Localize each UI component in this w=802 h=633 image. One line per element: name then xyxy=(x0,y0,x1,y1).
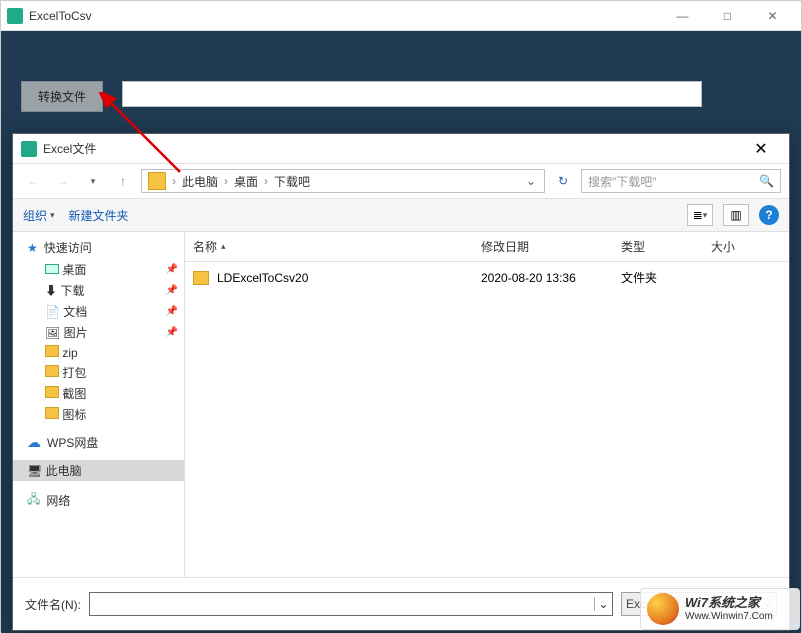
chevron-right-icon: › xyxy=(170,174,178,188)
sidebar-item-pictures[interactable]: 🖼 图片📌 xyxy=(13,322,184,343)
file-type: 文件夹 xyxy=(621,269,711,286)
column-size[interactable]: 大小 xyxy=(711,238,781,255)
dialog-title: Excel文件 xyxy=(43,140,741,157)
file-area: 名称 ▴ 修改日期 类型 大小 LDExcelToCsv20 2020-08-2… xyxy=(185,232,789,577)
sort-asc-icon: ▴ xyxy=(221,241,226,252)
file-path-input[interactable] xyxy=(122,81,702,107)
nav-row: ← → ▾ ↑ › 此电脑 › 桌面 › 下载吧 ⌄ ↻ 搜索"下载吧" 🔍 xyxy=(13,164,789,198)
sidebar-this-pc[interactable]: 🖥 此电脑 xyxy=(13,460,184,481)
dialog-content: ★快速访问 桌面📌 ⬇ 下载📌 📄 文档📌 🖼 图片📌 zip 打包 截图 图标… xyxy=(13,232,789,577)
main-titlebar: ExcelToCsv — □ ✕ xyxy=(1,1,801,31)
nav-history-dropdown[interactable]: ▾ xyxy=(81,169,105,193)
app-icon xyxy=(7,8,23,24)
pin-icon: 📌 xyxy=(166,264,178,275)
sidebar-wps[interactable]: ☁WPS网盘 xyxy=(13,431,184,454)
sidebar-item-pack[interactable]: 打包 xyxy=(13,362,184,383)
toolbar: 组织▾ 新建文件夹 ≣ ▾ ▥ ? xyxy=(13,198,789,232)
chevron-right-icon: › xyxy=(262,174,270,188)
preview-pane-button[interactable]: ▥ xyxy=(723,204,749,226)
dialog-close-button[interactable]: ✕ xyxy=(741,135,781,163)
dialog-titlebar: Excel文件 ✕ xyxy=(13,134,789,164)
sidebar-quick-access[interactable]: ★快速访问 xyxy=(13,236,184,259)
help-button[interactable]: ? xyxy=(759,205,779,225)
search-input[interactable]: 搜索"下载吧" 🔍 xyxy=(581,169,781,193)
breadcrumb-seg-1[interactable]: 桌面 xyxy=(230,173,262,190)
sidebar-item-documents[interactable]: 📄 文档📌 xyxy=(13,301,184,322)
column-date[interactable]: 修改日期 xyxy=(481,238,621,255)
file-row[interactable]: LDExcelToCsv20 2020-08-20 13:36 文件夹 xyxy=(193,266,781,289)
breadcrumb-dropdown[interactable]: ⌄ xyxy=(520,174,542,188)
refresh-button[interactable]: ↻ xyxy=(551,169,575,193)
chevron-right-icon: › xyxy=(222,174,230,188)
pin-icon: 📌 xyxy=(166,306,178,317)
breadcrumb-seg-2[interactable]: 下载吧 xyxy=(270,173,314,190)
file-header: 名称 ▴ 修改日期 类型 大小 xyxy=(185,232,789,262)
search-placeholder: 搜索"下载吧" xyxy=(588,173,759,190)
organize-menu[interactable]: 组织▾ xyxy=(23,207,55,224)
nav-back-button[interactable]: ← xyxy=(21,169,45,193)
filename-label: 文件名(N): xyxy=(25,596,81,613)
dialog-icon xyxy=(21,141,37,157)
nav-forward-button[interactable]: → xyxy=(51,169,75,193)
sidebar: ★快速访问 桌面📌 ⬇ 下载📌 📄 文档📌 🖼 图片📌 zip 打包 截图 图标… xyxy=(13,232,185,577)
new-folder-button[interactable]: 新建文件夹 xyxy=(69,207,129,224)
sidebar-item-desktop[interactable]: 桌面📌 xyxy=(13,259,184,280)
sidebar-item-icons[interactable]: 图标 xyxy=(13,404,184,425)
chevron-down-icon[interactable]: ⌄ xyxy=(594,597,612,611)
file-date: 2020-08-20 13:36 xyxy=(481,271,621,285)
file-name: LDExcelToCsv20 xyxy=(217,271,481,285)
sidebar-item-zip[interactable]: zip xyxy=(13,343,184,362)
watermark-title: Wi7系统之家 xyxy=(685,595,773,611)
file-list[interactable]: LDExcelToCsv20 2020-08-20 13:36 文件夹 xyxy=(185,262,789,577)
pin-icon: 📌 xyxy=(166,327,178,338)
folder-icon xyxy=(193,271,209,285)
maximize-button[interactable]: □ xyxy=(705,1,750,31)
search-icon: 🔍 xyxy=(759,174,774,188)
sidebar-network[interactable]: 🖧网络 xyxy=(13,487,184,514)
watermark: Wi7系统之家 Www.Winwin7.Com xyxy=(640,588,800,630)
watermark-logo xyxy=(647,593,679,625)
breadcrumb[interactable]: › 此电脑 › 桌面 › 下载吧 ⌄ xyxy=(141,169,545,193)
column-type[interactable]: 类型 xyxy=(621,238,711,255)
sidebar-item-screenshot[interactable]: 截图 xyxy=(13,383,184,404)
nav-up-button[interactable]: ↑ xyxy=(111,169,135,193)
folder-icon xyxy=(148,172,166,190)
close-button[interactable]: ✕ xyxy=(750,1,795,31)
column-name[interactable]: 名称 ▴ xyxy=(193,238,481,255)
pin-icon: 📌 xyxy=(166,285,178,296)
filename-input[interactable]: ⌄ xyxy=(89,592,613,616)
app-title: ExcelToCsv xyxy=(29,9,660,23)
breadcrumb-seg-0[interactable]: 此电脑 xyxy=(178,173,222,190)
view-options-button[interactable]: ≣ ▾ xyxy=(687,204,713,226)
convert-file-button[interactable]: 转换文件 xyxy=(21,81,103,112)
minimize-button[interactable]: — xyxy=(660,1,705,31)
file-open-dialog: Excel文件 ✕ ← → ▾ ↑ › 此电脑 › 桌面 › 下载吧 ⌄ ↻ 搜… xyxy=(12,133,790,631)
watermark-url: Www.Winwin7.Com xyxy=(685,611,773,623)
sidebar-item-downloads[interactable]: ⬇ 下载📌 xyxy=(13,280,184,301)
